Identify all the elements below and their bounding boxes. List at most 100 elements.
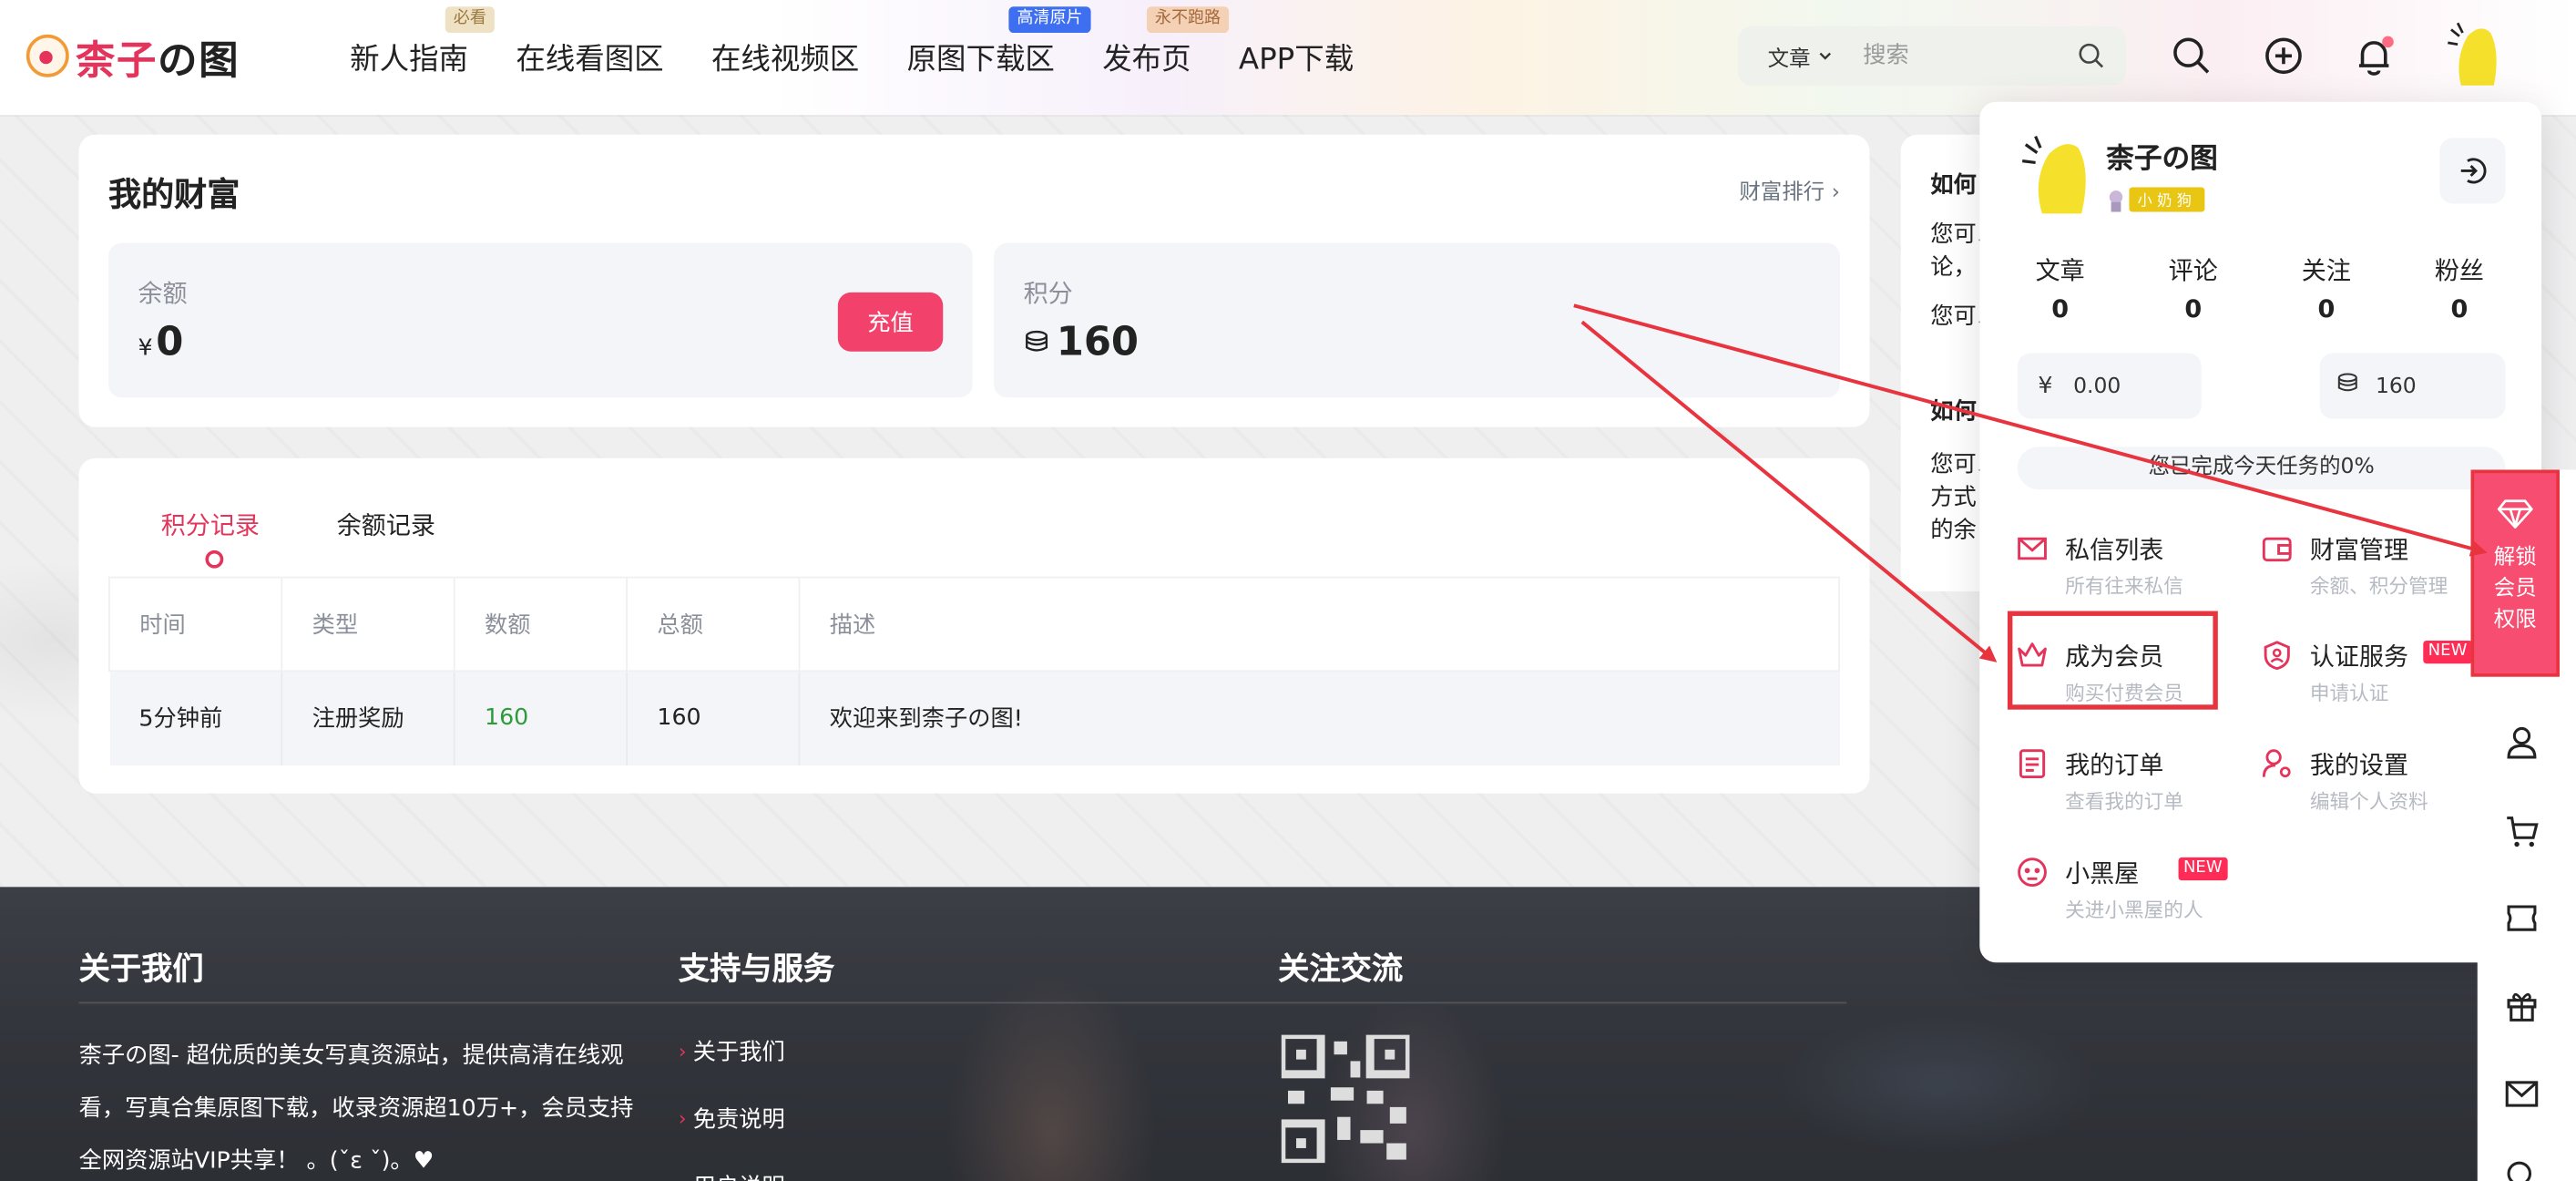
footer-link-user-guide[interactable]: › 用户说明 [679, 1169, 785, 1181]
column-header-description: 描述 [798, 576, 1840, 673]
menu-membership[interactable]: 成为会员 购买付费会员 [2016, 639, 2229, 714]
howto-title-2: 如何 [1930, 399, 1977, 426]
footer-link-label: 关于我们 [692, 1039, 785, 1066]
menu-title: 财富管理 [2309, 535, 2409, 566]
cell-total: 160 [626, 671, 800, 765]
panel-balance-value: 0.00 [2073, 374, 2121, 399]
footer-link-label: 用户说明 [693, 1169, 785, 1181]
footer-divider [78, 1001, 1847, 1004]
search-icon[interactable] [2077, 41, 2106, 70]
user-name: 柰子の图 [2106, 142, 2218, 176]
menu-messages[interactable]: 私信列表 所有往来私信 [2016, 532, 2229, 608]
cell-description: 欢迎来到柰子の图! [798, 671, 1840, 765]
footer-follow-title: 关注交流 [1278, 950, 1404, 988]
records-card: 积分记录 余额记录 时间 类型 数额 总额 描述 5分钟前 注册奖励 160 1… [78, 457, 1870, 794]
points-value: 160 [1056, 318, 1140, 365]
nav-item-publish[interactable]: 发布页 永不跑路 [1102, 6, 1230, 79]
howto-text: 方式 [1930, 484, 1977, 511]
daily-task-progress: 您已完成今天任务的0% [2017, 447, 2506, 490]
nav-item-downloads[interactable]: 原图下载区 高清原片 [907, 6, 1091, 79]
menu-orders[interactable]: 我的订单 查看我的订单 [2016, 747, 2229, 823]
site-logo[interactable]: 柰子の图 [26, 29, 240, 84]
ghost-icon [2018, 858, 2047, 887]
nav-label: 发布页 [1102, 42, 1191, 77]
wealth-rank-link[interactable]: 财富排行 › [1739, 174, 1840, 205]
menu-subtitle: 所有往来私信 [2065, 574, 2183, 599]
stat-label: 评论 [2168, 256, 2218, 286]
stat-followers[interactable]: 粉丝 0 [2410, 253, 2509, 323]
menu-title: 成为会员 [2065, 642, 2164, 673]
search-category-select[interactable]: 文章 [1738, 40, 1863, 71]
balance-value-row: ¥ 0 [138, 319, 183, 365]
footer-link-about[interactable]: › 关于我们 [679, 1035, 785, 1068]
recharge-button[interactable]: 充值 [837, 292, 944, 352]
avatar[interactable] [2445, 20, 2504, 92]
shield-user-icon [2264, 641, 2290, 671]
wealth-title: 我的财富 [108, 174, 240, 214]
nav-item-online-videos[interactable]: 在线视频区 [711, 36, 859, 79]
records-table: 时间 类型 数额 总额 描述 5分钟前 注册奖励 160 160 欢迎来到柰子の… [108, 576, 1840, 765]
menu-wealth[interactable]: 财富管理 余额、积分管理 [2261, 532, 2474, 608]
logout-button[interactable] [2439, 138, 2506, 204]
nav-label: 在线看图区 [516, 42, 664, 77]
page: 柰子の图 新人指南 必看 在线看图区 在线视频区 原图下载区 高清原片 发布页 … [0, 0, 2576, 1181]
coins-icon [1026, 330, 1048, 352]
howto-title-1: 如何 [1930, 172, 1977, 200]
search-icon[interactable] [2169, 33, 2215, 78]
nav-badge-forever: 永不跑路 [1146, 6, 1230, 34]
table-header-row: 时间 类型 数额 总额 描述 [108, 576, 1840, 673]
gift-icon[interactable] [2504, 987, 2540, 1023]
logo-text-suffix: の图 [158, 36, 240, 84]
avatar[interactable] [2019, 131, 2095, 217]
menu-subtitle: 余额、积分管理 [2309, 574, 2448, 599]
stat-label: 关注 [2301, 256, 2351, 286]
footer-link-disclaimer[interactable]: › 免责说明 [679, 1102, 785, 1135]
panel-balance[interactable]: ¥ 0.00 [2017, 353, 2202, 419]
cart-icon[interactable] [2504, 813, 2540, 849]
nav-item-app-download[interactable]: APP下载 [1239, 36, 1354, 79]
nav-badge-must: 必看 [445, 6, 495, 34]
menu-blacklist[interactable]: 小黑屋 NEW 关进小黑屋的人 [2016, 856, 2229, 931]
ticket-icon[interactable] [2504, 900, 2540, 937]
tab-points-records[interactable]: 积分记录 [161, 508, 260, 569]
user-icon[interactable] [2504, 724, 2540, 761]
site-header: 柰子の图 新人指南 必看 在线看图区 在线视频区 原图下载区 高清原片 发布页 … [0, 0, 2576, 116]
add-icon[interactable] [2261, 33, 2307, 78]
howto-text: 论， [1930, 254, 1977, 282]
tab-balance-records[interactable]: 余额记录 [337, 508, 435, 542]
mail-icon [2018, 537, 2047, 560]
unlock-membership-button[interactable]: 解锁会员权限 [2470, 469, 2560, 677]
level-icon [2109, 190, 2123, 211]
column-header-type: 类型 [281, 576, 455, 673]
menu-subtitle: 查看我的订单 [2065, 790, 2183, 814]
wallet-icon [2262, 537, 2292, 562]
search-icon[interactable] [2504, 1158, 2540, 1181]
points-box: 积分 160 [994, 242, 1840, 398]
coins-icon [2320, 371, 2376, 400]
points-label: 积分 [1023, 279, 1073, 309]
notification-bell[interactable] [2351, 33, 2397, 78]
stat-comments[interactable]: 评论 0 [2144, 253, 2243, 323]
nav-item-online-images[interactable]: 在线看图区 [516, 36, 663, 79]
main-nav: 新人指南 必看 在线看图区 在线视频区 原图下载区 高清原片 发布页 永不跑路 … [350, 6, 1401, 79]
nav-label: APP下载 [1238, 42, 1354, 77]
stat-value: 0 [2051, 293, 2070, 324]
stat-posts[interactable]: 文章 0 [2011, 253, 2110, 324]
notification-dot [2382, 36, 2394, 48]
menu-subtitle: 关进小黑屋的人 [2065, 898, 2203, 922]
stat-following[interactable]: 关注 0 [2277, 253, 2376, 323]
cell-type: 注册奖励 [281, 671, 455, 765]
menu-subtitle: 申请认证 [2309, 682, 2389, 705]
wealth-card: 我的财富 财富排行 › 余额 ¥ 0 充值 积分 160 [78, 134, 1870, 427]
column-header-time: 时间 [108, 576, 283, 673]
menu-verification[interactable]: 认证服务 NEW 申请认证 [2261, 639, 2474, 714]
search-category-label: 文章 [1767, 46, 1811, 72]
balance-value: 0 [156, 318, 184, 365]
panel-points[interactable]: 160 [2319, 353, 2506, 419]
nav-item-guide[interactable]: 新人指南 必看 [350, 6, 495, 79]
search-input[interactable] [1863, 42, 2060, 69]
new-badge: NEW [2178, 857, 2228, 881]
menu-title: 小黑屋 [2065, 858, 2140, 889]
menu-settings[interactable]: 我的设置 编辑个人资料 [2261, 747, 2474, 823]
mail-icon[interactable] [2504, 1076, 2540, 1113]
